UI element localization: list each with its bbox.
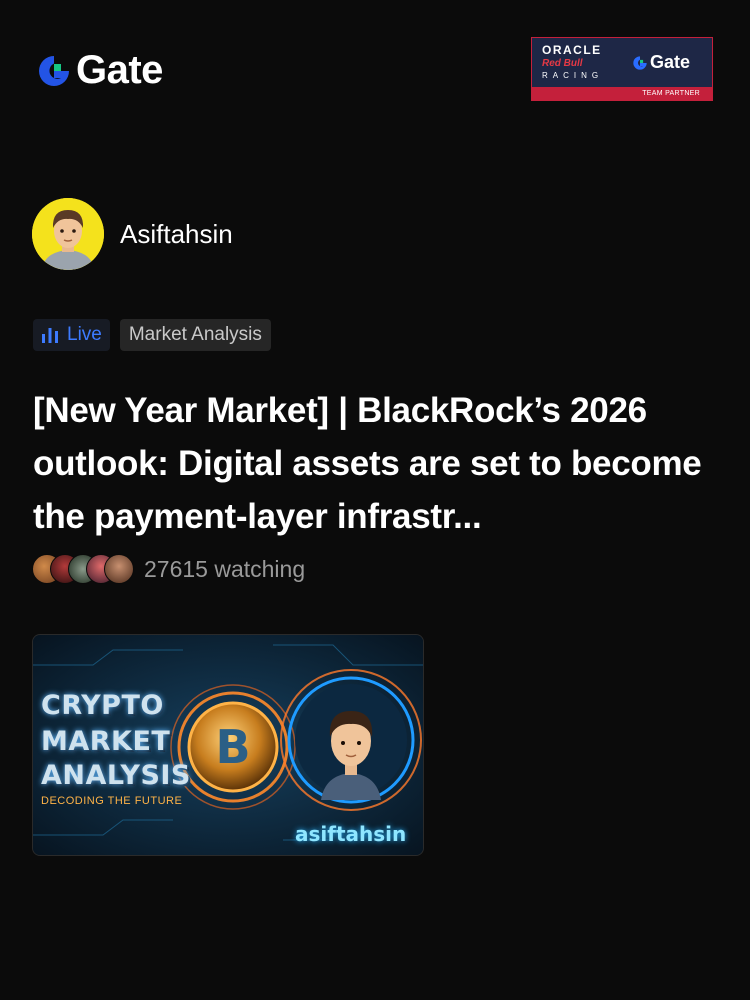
author-header[interactable]: Asiftahsin bbox=[32, 198, 233, 270]
thumb-subtitle: DECODING THE FUTURE bbox=[41, 795, 183, 807]
partner-badge[interactable]: ORACLE Red Bull RACING Gate TEAM PARTNER bbox=[531, 37, 713, 101]
avatar[interactable] bbox=[32, 198, 104, 270]
partner-gate-text: Gate bbox=[650, 52, 691, 72]
partner-line-3: RACING bbox=[542, 71, 604, 80]
category-tag[interactable]: Market Analysis bbox=[119, 319, 271, 351]
thumb-title-line-1: CRYPTO bbox=[41, 690, 164, 721]
thumb-handle: asiftahsin bbox=[295, 822, 407, 846]
watchers-row: 27615 watching bbox=[32, 554, 305, 584]
post-thumbnail[interactable]: B CRYPTO MARKET ANALYSIS DECODING THE FU… bbox=[32, 634, 424, 856]
live-badge[interactable]: Live bbox=[33, 319, 110, 351]
watching-count: 27615 watching bbox=[144, 555, 306, 582]
gate-logo[interactable]: Gate bbox=[36, 48, 163, 93]
watcher-avatar bbox=[104, 554, 134, 584]
post-tags: Live Market Analysis bbox=[33, 319, 271, 351]
partner-line-2: Red Bull bbox=[542, 58, 583, 69]
partner-line-1: ORACLE bbox=[542, 43, 602, 57]
brand-name: Gate bbox=[76, 48, 163, 92]
gate-g-icon bbox=[39, 55, 69, 86]
live-label: Live bbox=[67, 324, 102, 345]
partner-gate-logo: Gate bbox=[632, 52, 690, 73]
bar-chart-icon bbox=[42, 328, 58, 343]
team-partner-caption: TEAM PARTNER bbox=[532, 87, 712, 100]
thumb-title-line-3: ANALYSIS bbox=[41, 760, 191, 791]
post-title[interactable]: [New Year Market] | BlackRock’s 2026 out… bbox=[33, 384, 723, 543]
svg-text:B: B bbox=[215, 720, 250, 774]
author-name[interactable]: Asiftahsin bbox=[120, 219, 233, 250]
avatar-illustration bbox=[32, 198, 104, 270]
gate-g-icon bbox=[633, 55, 647, 70]
thumb-title-line-2: MARKET bbox=[41, 726, 171, 757]
watcher-avatars bbox=[32, 554, 134, 584]
